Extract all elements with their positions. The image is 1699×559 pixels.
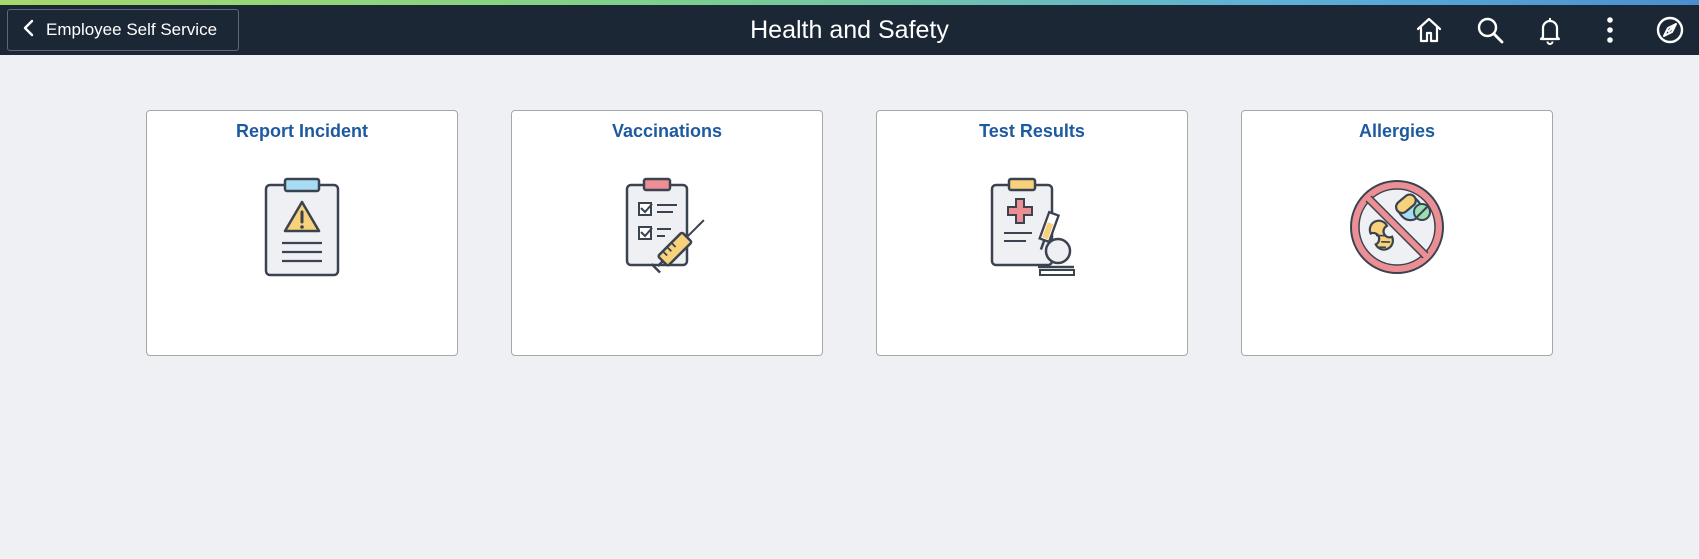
clipboard-microscope-icon: [982, 177, 1082, 277]
clipboard-warning-icon: [252, 177, 352, 277]
no-allergens-icon: [1347, 177, 1447, 277]
tile-title: Report Incident: [235, 121, 368, 141]
chevron-left-icon: [22, 19, 36, 42]
clipboard-syringe-icon: [617, 177, 717, 277]
tile-title: Test Results: [979, 121, 1085, 141]
tile-test-results[interactable]: Test Results: [876, 110, 1188, 356]
back-button[interactable]: Employee Self Service: [7, 9, 239, 51]
tile-allergies[interactable]: Allergies: [1241, 110, 1553, 356]
tile-title: Vaccinations: [611, 121, 723, 141]
search-icon[interactable]: [1474, 14, 1506, 46]
tile-vaccinations[interactable]: Vaccinations: [511, 110, 823, 356]
more-vertical-icon[interactable]: [1594, 14, 1626, 46]
tile-report-incident[interactable]: Report Incident: [146, 110, 458, 356]
top-header: Employee Self Service Health and Safety: [0, 5, 1699, 55]
tile-title: Allergies: [1358, 121, 1436, 141]
bell-icon[interactable]: [1534, 14, 1566, 46]
compass-icon[interactable]: [1654, 14, 1686, 46]
back-button-label: Employee Self Service: [46, 20, 218, 39]
home-icon[interactable]: [1413, 14, 1445, 46]
